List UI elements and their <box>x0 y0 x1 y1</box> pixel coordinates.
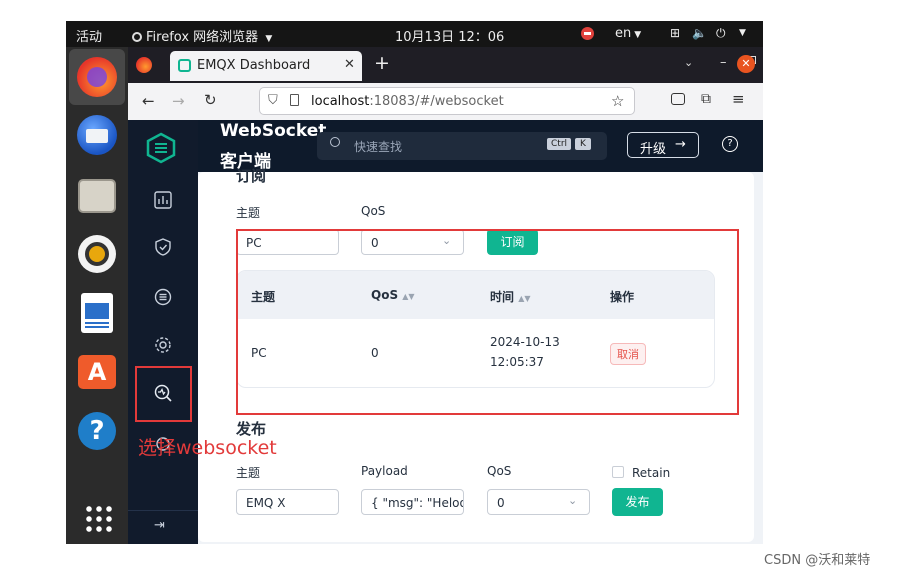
firefox-view-icon[interactable] <box>136 57 152 73</box>
reload-icon[interactable]: ↻ <box>204 91 217 109</box>
annotation-note: 选择websocket <box>138 437 277 459</box>
grid-icon <box>84 504 112 532</box>
tab-strip: EMQX Dashboard ✕ + ⌄ – ✕ <box>128 47 763 83</box>
shopping-bag-icon: A <box>78 355 116 389</box>
document-icon <box>81 293 113 333</box>
shortcut-ctrl-key: Ctrl <box>547 138 572 150</box>
pocket-icon[interactable] <box>671 93 685 105</box>
highlight-subscribe-area <box>236 229 739 415</box>
dock-item-writer[interactable] <box>75 291 119 335</box>
extensions-icon[interactable]: ⧉ <box>701 91 711 107</box>
volume-icon[interactable]: 🔈 <box>692 26 707 40</box>
arrow-right-icon: → <box>675 137 686 152</box>
collapse-sidebar-icon[interactable]: ⇥ <box>154 518 165 533</box>
system-top-bar: 活动 Firefox 网络浏览器 ▼ 10月13日 12：06 en ▼ ⊞ 🔈 … <box>66 21 763 47</box>
watermark: CSDN @沃和莱特 <box>764 553 871 568</box>
new-tab-icon[interactable]: + <box>374 52 390 74</box>
url-text[interactable]: localhost:18083/#/websocket <box>311 94 504 109</box>
quick-search-box[interactable]: 快速查找 Ctrl K <box>317 132 607 160</box>
dock-item-files[interactable] <box>75 174 119 218</box>
shield-icon[interactable]: ⛉ <box>268 93 278 108</box>
menu-icon[interactable]: ≡ <box>732 90 745 108</box>
subscribe-section-title: 订阅 <box>236 167 267 185</box>
power-icon[interactable]: ⏻ <box>716 26 726 41</box>
dock-item-software[interactable]: A <box>75 349 119 393</box>
dock: A ? <box>66 47 128 544</box>
retain-checkbox[interactable] <box>612 466 624 478</box>
app-menu-label: Firefox 网络浏览器 <box>146 30 259 45</box>
dock-item-thunderbird[interactable] <box>75 113 119 157</box>
publish-payload-input[interactable]: { "msg": "Heloo <box>361 489 464 515</box>
url-bar[interactable]: ⛉ localhost:18083/#/websocket ☆ <box>259 87 635 115</box>
chevron-down-icon: ▼ <box>634 30 642 40</box>
app-menu[interactable]: Firefox 网络浏览器 ▼ <box>132 26 272 45</box>
firefox-icon <box>77 57 117 97</box>
emqx-header: WebSocket 客户端 快速查找 Ctrl K 升级 → ? ⋮ <box>198 120 763 172</box>
emqx-favicon <box>178 59 191 72</box>
clock[interactable]: 10月13日 12：06 <box>395 26 504 45</box>
chevron-down-icon: ⌄ <box>568 494 578 507</box>
page-title-line1: WebSocket <box>220 121 327 141</box>
publish-qos-select[interactable]: 0 ⌄ <box>487 489 590 515</box>
shortcut-k-key: K <box>575 138 591 150</box>
thunderbird-icon <box>77 115 117 155</box>
subscribe-qos-label: QoS <box>361 204 386 218</box>
dock-item-help[interactable]: ? <box>75 409 119 453</box>
subscribe-topic-label: 主题 <box>236 206 261 220</box>
emqx-sidebar: ⇥ <box>128 120 198 544</box>
publish-topic-input[interactable]: EMQ X <box>236 489 339 515</box>
ubuntu-desktop: 活动 Firefox 网络浏览器 ▼ 10月13日 12：06 en ▼ ⊞ 🔈 … <box>66 21 763 544</box>
url-path: :18083/#/websocket <box>369 94 504 109</box>
publish-topic-label: 主题 <box>236 466 261 480</box>
publish-qos-label: QoS <box>487 464 512 478</box>
close-tab-icon[interactable]: ✕ <box>344 57 355 72</box>
navigation-bar: ← → ↻ ⛉ localhost:18083/#/websocket ☆ ⧉ … <box>128 83 763 121</box>
help-button[interactable]: ? <box>722 136 738 152</box>
help-icon: ? <box>78 412 116 450</box>
publish-button[interactable]: 发布 <box>612 488 663 516</box>
integration-icon[interactable] <box>152 286 174 308</box>
search-icon <box>330 137 340 147</box>
monitoring-icon[interactable] <box>152 189 174 211</box>
show-apps-button[interactable] <box>76 498 120 542</box>
sidebar-divider <box>128 510 198 511</box>
tab-emqx-dashboard[interactable]: EMQX Dashboard ✕ <box>170 51 362 81</box>
minimize-icon[interactable]: – <box>720 55 727 70</box>
bookmark-star-icon[interactable]: ☆ <box>611 92 624 110</box>
dock-item-firefox[interactable] <box>69 49 125 105</box>
more-menu-icon[interactable]: ⋮ <box>759 135 763 149</box>
highlight-websocket-menu <box>135 366 192 422</box>
firefox-small-icon <box>132 32 142 42</box>
list-all-tabs-button[interactable] <box>682 53 694 67</box>
forward-icon[interactable]: → <box>172 92 185 110</box>
retain-label: Retain <box>632 466 671 480</box>
publish-qos-value: 0 <box>497 496 505 510</box>
language-label: en <box>615 26 632 41</box>
upgrade-label: 升级 <box>640 142 667 157</box>
activities-button[interactable]: 活动 <box>76 26 102 45</box>
management-gear-icon[interactable] <box>152 334 174 356</box>
upgrade-button[interactable]: 升级 → <box>627 132 699 158</box>
chevron-down-icon: ▼ <box>265 34 273 44</box>
tab-title: EMQX Dashboard <box>197 58 311 73</box>
emqx-logo-icon[interactable] <box>145 132 177 164</box>
back-icon[interactable]: ← <box>142 92 155 110</box>
language-indicator[interactable]: en ▼ <box>615 26 641 41</box>
url-host: localhost <box>311 94 370 109</box>
access-control-icon[interactable] <box>152 236 174 258</box>
dock-item-rhythmbox[interactable] <box>75 232 119 276</box>
search-placeholder: 快速查找 <box>354 140 403 154</box>
do-not-disturb-icon <box>581 27 594 40</box>
page-icon[interactable] <box>290 94 299 106</box>
folder-icon <box>78 179 116 213</box>
chevron-down-icon[interactable]: ▼ <box>739 28 746 38</box>
publish-payload-label: Payload <box>361 464 408 478</box>
network-icon[interactable]: ⊞ <box>670 26 680 40</box>
close-window-icon[interactable]: ✕ <box>737 55 755 73</box>
speaker-icon <box>78 235 116 273</box>
